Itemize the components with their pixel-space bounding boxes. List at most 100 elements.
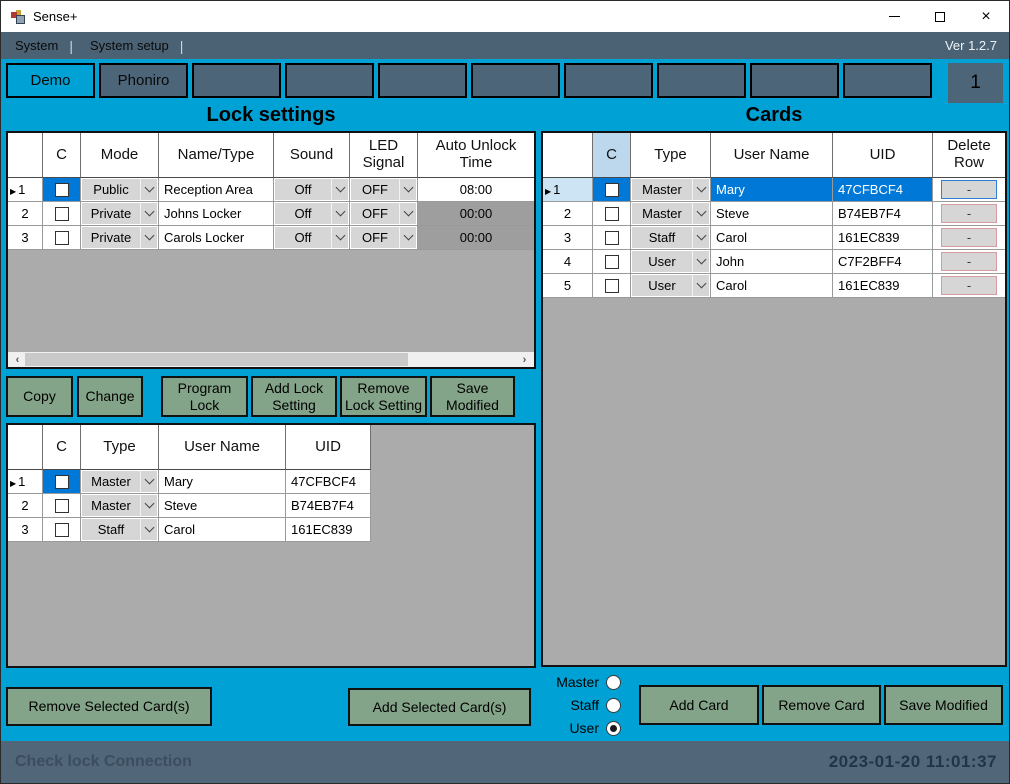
chevron-down-icon[interactable] — [692, 227, 709, 248]
chevron-down-icon[interactable] — [140, 471, 157, 492]
radio-option-staff[interactable]: Staff — [541, 697, 621, 713]
menu-item-system[interactable]: System — [7, 38, 66, 53]
chevron-down-icon[interactable] — [331, 227, 348, 248]
tab-empty-3[interactable] — [192, 63, 281, 98]
row-header[interactable]: 3 — [8, 226, 43, 250]
c-checkbox-cell[interactable] — [43, 178, 81, 202]
checkbox-unchecked-icon[interactable] — [605, 207, 619, 221]
sound-dropdown[interactable]: Off — [274, 202, 350, 226]
tab-phoniro[interactable]: Phoniro — [99, 63, 188, 98]
row-header[interactable]: 1 — [8, 178, 43, 202]
c-checkbox-cell[interactable] — [593, 202, 631, 226]
minimize-button[interactable] — [871, 1, 917, 32]
user-name-cell-selected[interactable]: Mary — [711, 178, 833, 202]
checkbox-unchecked-icon[interactable] — [55, 475, 69, 489]
menu-item-system-setup[interactable]: System setup — [82, 38, 177, 53]
add-card-button[interactable]: Add Card — [639, 685, 759, 725]
checkbox-unchecked-icon[interactable] — [605, 279, 619, 293]
checkbox-unchecked-icon[interactable] — [55, 523, 69, 537]
chevron-down-icon[interactable] — [140, 203, 157, 224]
scroll-right-arrow-icon[interactable]: › — [517, 352, 532, 367]
col-header-user-name[interactable]: User Name — [711, 133, 833, 178]
remove-selected-cards-button[interactable]: Remove Selected Card(s) — [6, 687, 212, 726]
mode-dropdown[interactable]: Public — [81, 178, 159, 202]
chevron-down-icon[interactable] — [140, 227, 157, 248]
tab-empty-8[interactable] — [657, 63, 746, 98]
scrollbar-thumb[interactable] — [25, 353, 408, 366]
col-header-delete-row[interactable]: Delete Row — [933, 133, 1005, 178]
radio-option-user[interactable]: User — [541, 720, 621, 736]
c-checkbox-cell[interactable] — [43, 494, 81, 518]
tab-demo[interactable]: Demo — [6, 63, 95, 98]
save-modified-cards-button[interactable]: Save Modified — [884, 685, 1003, 725]
checkbox-unchecked-icon[interactable] — [55, 231, 69, 245]
c-checkbox-cell[interactable] — [43, 226, 81, 250]
uid-cell[interactable]: 161EC839 — [286, 518, 371, 542]
uid-cell[interactable]: B74EB7F4 — [833, 202, 933, 226]
close-button[interactable]: × — [963, 1, 1009, 32]
uid-cell[interactable]: B74EB7F4 — [286, 494, 371, 518]
name-type-cell[interactable]: Reception Area — [159, 178, 274, 202]
col-header-c[interactable]: C — [593, 133, 631, 178]
save-modified-lock-button[interactable]: Save Modified — [430, 376, 515, 417]
chevron-down-icon[interactable] — [692, 179, 709, 200]
corner-header[interactable] — [8, 425, 43, 470]
name-type-cell[interactable]: Carols Locker — [159, 226, 274, 250]
c-checkbox-cell[interactable] — [593, 274, 631, 298]
chevron-down-icon[interactable] — [399, 227, 416, 248]
delete-row-button[interactable]: - — [941, 252, 997, 271]
type-dropdown[interactable]: User — [631, 250, 711, 274]
c-checkbox-cell[interactable] — [593, 250, 631, 274]
col-header-c[interactable]: C — [43, 133, 81, 178]
tab-empty-9[interactable] — [750, 63, 839, 98]
col-header-user-name[interactable]: User Name — [159, 425, 286, 470]
tab-empty-4[interactable] — [285, 63, 374, 98]
user-name-cell[interactable]: Mary — [159, 470, 286, 494]
remove-lock-setting-button[interactable]: Remove Lock Setting — [340, 376, 427, 417]
chevron-down-icon[interactable] — [140, 179, 157, 200]
row-header[interactable]: 1 — [543, 178, 593, 202]
mode-dropdown[interactable]: Private — [81, 202, 159, 226]
radio-option-master[interactable]: Master — [541, 674, 621, 690]
uid-cell[interactable]: C7F2BFF4 — [833, 250, 933, 274]
delete-row-button[interactable]: - — [941, 180, 997, 199]
auto-unlock-time-cell[interactable]: 08:00 — [418, 178, 534, 202]
user-name-cell[interactable]: Steve — [159, 494, 286, 518]
radio-checked-icon[interactable] — [606, 721, 621, 736]
type-dropdown[interactable]: Staff — [631, 226, 711, 250]
chevron-down-icon[interactable] — [140, 495, 157, 516]
col-header-uid[interactable]: UID — [286, 425, 371, 470]
type-dropdown[interactable]: Master — [631, 202, 711, 226]
remove-card-button[interactable]: Remove Card — [762, 685, 881, 725]
c-checkbox-cell[interactable] — [43, 518, 81, 542]
col-header-sound[interactable]: Sound — [274, 133, 350, 178]
change-button[interactable]: Change — [77, 376, 143, 417]
delete-row-button[interactable]: - — [941, 276, 997, 295]
scroll-left-arrow-icon[interactable]: ‹ — [10, 352, 25, 367]
col-header-c[interactable]: C — [43, 425, 81, 470]
row-header[interactable]: 3 — [8, 518, 43, 542]
sound-dropdown[interactable]: Off — [274, 226, 350, 250]
chevron-down-icon[interactable] — [399, 203, 416, 224]
col-header-type[interactable]: Type — [81, 425, 159, 470]
type-dropdown[interactable]: Master — [631, 178, 711, 202]
col-header-uid[interactable]: UID — [833, 133, 933, 178]
type-dropdown[interactable]: User — [631, 274, 711, 298]
tab-empty-5[interactable] — [378, 63, 467, 98]
col-header-name-type[interactable]: Name/Type — [159, 133, 274, 178]
delete-row-button[interactable]: - — [941, 204, 997, 223]
horizontal-scrollbar[interactable]: ‹ › — [8, 352, 534, 367]
type-dropdown[interactable]: Staff — [81, 518, 159, 542]
c-checkbox-cell[interactable] — [43, 202, 81, 226]
col-header-led-signal[interactable]: LED Signal — [350, 133, 418, 178]
led-signal-dropdown[interactable]: OFF — [350, 202, 418, 226]
add-selected-cards-button[interactable]: Add Selected Card(s) — [348, 688, 531, 726]
c-checkbox-cell[interactable] — [43, 470, 81, 494]
row-header[interactable]: 5 — [543, 274, 593, 298]
checkbox-unchecked-icon[interactable] — [55, 183, 69, 197]
col-header-type[interactable]: Type — [631, 133, 711, 178]
user-name-cell[interactable]: Carol — [711, 274, 833, 298]
uid-cell[interactable]: 161EC839 — [833, 226, 933, 250]
copy-button[interactable]: Copy — [6, 376, 73, 417]
checkbox-unchecked-icon[interactable] — [605, 231, 619, 245]
